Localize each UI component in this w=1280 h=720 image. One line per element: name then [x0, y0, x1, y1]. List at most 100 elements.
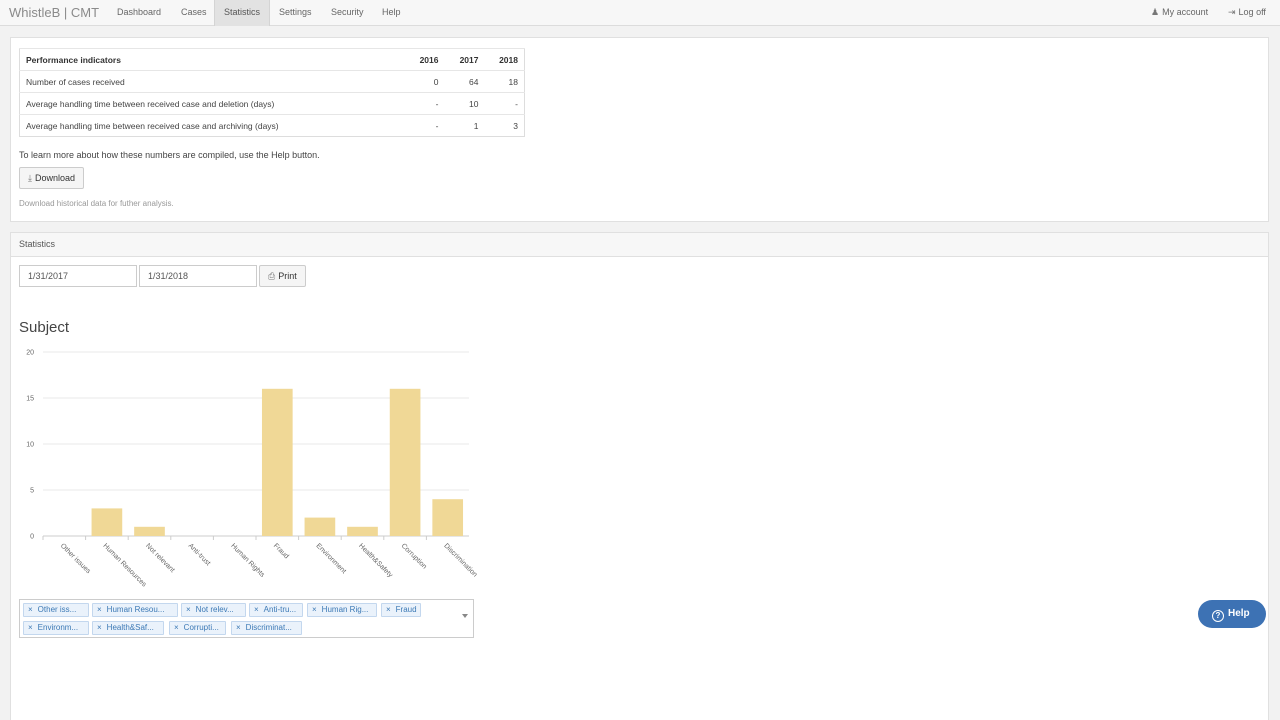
- filter-chip[interactable]: × Other iss...: [23, 603, 89, 617]
- cell-2018: -: [484, 92, 525, 115]
- bar: [432, 499, 464, 536]
- chip-label: Not relev...: [195, 605, 234, 614]
- nav-cases[interactable]: Cases: [172, 0, 216, 26]
- nav-security[interactable]: Security: [322, 0, 373, 26]
- chip-label: Discriminat...: [245, 623, 292, 632]
- y-tick-label: 0: [30, 534, 34, 541]
- cell-2016: -: [404, 114, 445, 137]
- cell-2016: -: [404, 92, 445, 115]
- remove-chip-icon[interactable]: ×: [97, 605, 102, 614]
- printer-icon: ⎙: [268, 271, 276, 281]
- x-tick-label: Fraud: [272, 542, 290, 560]
- log-off-label: Log off: [1238, 7, 1266, 17]
- table-header-row: Performance indicators 2016 2017 2018: [19, 48, 525, 71]
- filter-chip[interactable]: × Human Resou...: [92, 603, 178, 617]
- subject-filter-select[interactable]: × Other iss... × Human Resou... × Not relev..…: [19, 599, 474, 638]
- cell-2016: 0: [404, 70, 445, 93]
- statistics-panel: Statistics 1/31/2017 1/31/2018 ⎙ Print Su…: [10, 232, 1269, 720]
- column-header-2016: 2016: [404, 48, 445, 71]
- x-tick-label: Human Resources: [101, 542, 147, 588]
- bar: [134, 526, 165, 536]
- chart-title: Subject: [19, 319, 70, 336]
- cell-2017: 1: [444, 114, 485, 137]
- floating-help-button[interactable]: ? Help: [1198, 600, 1266, 628]
- bar: [261, 388, 293, 536]
- filter-chip[interactable]: × Health&Saf...: [92, 621, 164, 635]
- nav-settings[interactable]: Settings: [270, 0, 321, 26]
- download-button[interactable]: ⤓ Download: [19, 167, 85, 189]
- date-to-input[interactable]: 1/31/2018: [139, 265, 257, 287]
- my-account-link[interactable]: ♟ My account: [1151, 0, 1208, 26]
- filter-chip[interactable]: × Discriminat...: [231, 621, 302, 635]
- subject-bar-chart: 0 5 10 15 20 Other issues Human ResourcesNot r…: [26, 350, 478, 589]
- y-tick-label: 20: [26, 350, 34, 357]
- x-tick-label: Anti-trust: [187, 542, 212, 567]
- column-header-2018: 2018: [484, 48, 525, 71]
- x-tick-label: Corruption: [400, 542, 428, 570]
- filter-chip[interactable]: × Not relev...: [181, 603, 246, 617]
- remove-chip-icon[interactable]: ×: [186, 605, 191, 614]
- y-tick-label: 10: [26, 442, 34, 449]
- y-tick-label: 5: [30, 488, 34, 495]
- nav-help[interactable]: Help: [373, 0, 410, 26]
- question-icon: ?: [1212, 610, 1224, 622]
- x-tick-label: Human Rights: [229, 542, 266, 579]
- filter-chip[interactable]: × Fraud: [381, 603, 421, 617]
- x-tick-label: Discrimination: [442, 542, 478, 578]
- performance-table: Performance indicators 2016 2017 2018 Nu…: [19, 48, 525, 137]
- performance-panel: Performance indicators 2016 2017 2018 Nu…: [10, 37, 1269, 222]
- filter-chip[interactable]: × Anti-tru...: [249, 603, 303, 617]
- filter-chip[interactable]: × Human Rig...: [307, 603, 377, 617]
- row-label: Average handling time between received c…: [19, 114, 405, 137]
- chevron-down-icon[interactable]: [462, 614, 468, 618]
- table-row: Average handling time between received c…: [19, 92, 525, 115]
- chip-label: Health&Saf...: [106, 623, 154, 632]
- chip-label: Anti-tru...: [263, 605, 297, 614]
- chip-label: Environm...: [37, 623, 79, 632]
- chip-label: Fraud: [395, 605, 417, 614]
- remove-chip-icon[interactable]: ×: [254, 605, 259, 614]
- remove-chip-icon[interactable]: ×: [97, 623, 102, 632]
- log-off-icon: ⇥: [1228, 7, 1236, 17]
- remove-chip-icon[interactable]: ×: [386, 605, 391, 614]
- download-label: Download: [34, 173, 76, 183]
- chip-label: Human Resou...: [106, 605, 165, 614]
- x-tick-label: Environment: [314, 542, 347, 575]
- print-button[interactable]: ⎙ Print: [259, 265, 306, 287]
- app-brand: WhistleB | CMT: [9, 5, 100, 20]
- log-off-link[interactable]: ⇥ Log off: [1228, 0, 1266, 26]
- row-label: Average handling time between received c…: [19, 92, 405, 115]
- download-note: Download historical data for futher anal…: [19, 199, 174, 208]
- column-header-indicator: Performance indicators: [19, 48, 405, 71]
- help-text: To learn more about how these numbers ar…: [19, 150, 320, 160]
- nav-dashboard[interactable]: Dashboard: [108, 0, 170, 26]
- y-tick-label: 15: [26, 396, 34, 403]
- user-icon: ♟: [1151, 7, 1160, 17]
- bar: [389, 388, 421, 536]
- filter-chip[interactable]: × Corrupti...: [169, 621, 226, 635]
- remove-chip-icon[interactable]: ×: [174, 623, 179, 632]
- my-account-label: My account: [1162, 7, 1209, 17]
- cell-2018: 18: [484, 70, 525, 93]
- row-label: Number of cases received: [19, 70, 405, 93]
- download-icon: ⤓: [28, 173, 32, 183]
- x-tick-label: Health&Safety: [357, 542, 394, 579]
- remove-chip-icon[interactable]: ×: [312, 605, 317, 614]
- statistics-heading: Statistics: [11, 233, 1268, 257]
- help-label: Help: [1228, 608, 1250, 619]
- remove-chip-icon[interactable]: ×: [236, 623, 241, 632]
- chip-label: Human Rig...: [321, 605, 369, 614]
- x-tick-label: Not relevant: [144, 542, 176, 574]
- cell-2017: 64: [444, 70, 485, 93]
- print-label: Print: [278, 271, 297, 281]
- chip-label: Other iss...: [37, 605, 77, 614]
- date-from-input[interactable]: 1/31/2017: [19, 265, 137, 287]
- cell-2017: 10: [444, 92, 485, 115]
- remove-chip-icon[interactable]: ×: [28, 623, 33, 632]
- table-row: Average handling time between received c…: [19, 114, 525, 137]
- filter-chip[interactable]: × Environm...: [23, 621, 89, 635]
- bar: [347, 526, 378, 536]
- remove-chip-icon[interactable]: ×: [28, 605, 33, 614]
- chip-label: Corrupti...: [183, 623, 219, 632]
- nav-statistics[interactable]: Statistics: [214, 0, 271, 26]
